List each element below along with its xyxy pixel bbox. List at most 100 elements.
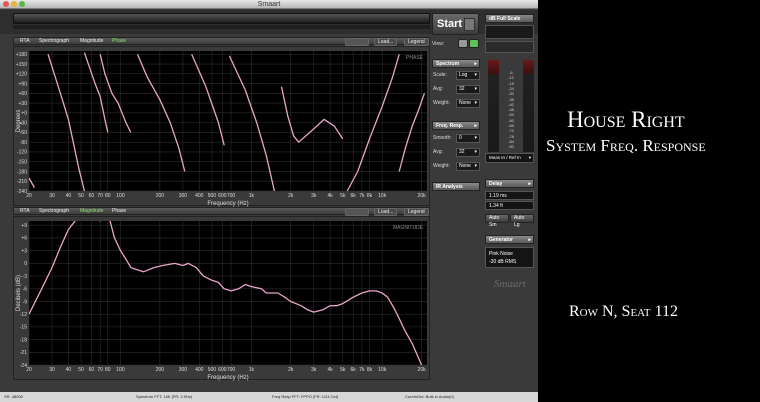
level-scale: -6 -12 -18 -24 -30 -36 -42 -48 -54 -60 -66 -72 -78 -8… <box>500 70 522 152</box>
db-full-scale-header[interactable]: dB Full Scale <box>485 14 534 23</box>
x-tick-label: 500 <box>208 367 217 373</box>
window-title: Smaart <box>257 1 281 8</box>
x-tick-label: 100 <box>116 193 125 199</box>
y-tick-label: -18 <box>20 337 27 343</box>
legend-button-top[interactable]: Legend <box>404 38 429 46</box>
spectrum-weight-label: Weight: <box>433 100 450 106</box>
status-freq-resp-fft: Freq Resp FFT: FPPO (FR: 1/24 Oct) <box>272 394 339 399</box>
tab-magnitude-top[interactable]: Magnitude <box>77 38 106 46</box>
x-tick-label: 10k <box>378 367 387 373</box>
legend-button-bottom[interactable]: Legend <box>404 208 429 216</box>
y-tick-label: -3 <box>23 274 28 280</box>
generator-box[interactable]: Pink Noise -30 dB RMS <box>485 247 534 268</box>
ir-analysis-button[interactable]: IR Analysis <box>432 182 480 191</box>
x-tick-label: 4k <box>327 193 333 199</box>
caption-title: House Right <box>567 107 685 132</box>
meas-ref-selector[interactable]: Meas In / Ref In ▾ <box>485 153 534 163</box>
phase-chart: 20 30 40 50 60 70 80 100 200 300 400 500 600 700 1k 2k 3… <box>16 51 427 207</box>
x-tick-label: 200 <box>156 367 165 373</box>
freq-resp-avg-select[interactable]: 32 ▾ <box>456 148 480 157</box>
level-tick-label: -90 <box>508 144 514 150</box>
load-button-top[interactable]: Load... <box>374 38 398 46</box>
tab-spectrograph-top[interactable]: Spectrograph <box>36 38 72 46</box>
status-sample-rate: SR: 48000 <box>4 394 23 399</box>
auto-lg-button[interactable]: Auto Lg <box>510 214 534 228</box>
x-tick-label: 200 <box>156 193 165 199</box>
x-tick-label: 60 <box>89 193 95 199</box>
x-tick-label: 500 <box>208 193 217 199</box>
level-tick-label: -66 <box>508 123 514 128</box>
status-spectrum-fft: Spectrum FFT: 16K (FR: 2.9Hz) <box>136 394 193 399</box>
x-tick-label: 300 <box>179 367 188 373</box>
freq-resp-header[interactable]: Freq. Resp. ▸ <box>432 121 480 130</box>
x-tick-label: 80 <box>105 193 111 199</box>
x-tick-label: 400 <box>195 193 204 199</box>
start-button[interactable]: Start <box>432 13 479 35</box>
x-tick-label: 30 <box>49 367 55 373</box>
x-tick-label: 70 <box>97 193 103 199</box>
level-tick-label: -60 <box>508 117 514 123</box>
y-tick-label: +180 <box>16 52 27 58</box>
plot-mode-label: MAGNITUDE <box>393 225 424 231</box>
spectrum-weight-value: None <box>459 100 471 106</box>
x-axis-title: Frequency (Hz) <box>207 375 248 381</box>
y-tick-label: -240 <box>17 189 27 195</box>
status-core-io: CoreInOut: Built-in Audio(0) <box>405 394 454 399</box>
magnitude-plot[interactable]: 20 30 40 50 60 70 80 100 200 300 400 500 600 700 1k 2k 3… <box>13 216 430 381</box>
chevron-down-icon: ▾ <box>474 163 477 169</box>
x-tick-label: 600 <box>218 367 227 373</box>
freq-resp-weight-select[interactable]: None ▾ <box>456 162 480 171</box>
x-tick-label: 40 <box>66 193 72 199</box>
view-dual-icon[interactable] <box>469 39 479 48</box>
control-panel: Start View: dB Full Scale Spectrum ▸ Sca… <box>432 10 538 392</box>
level-tick-label: -54 <box>508 112 514 118</box>
freq-resp-title: Freq. Resp. <box>436 123 464 129</box>
tab-phase-top[interactable]: Phase <box>109 38 129 46</box>
delay-expand-icon: ▸ <box>528 181 531 187</box>
generator-header[interactable]: Generator ▸ <box>485 235 534 244</box>
spectrum-avg-select[interactable]: 32 ▾ <box>456 85 480 94</box>
tab-rta-top[interactable]: RTA <box>17 38 33 46</box>
freq-resp-weight-label: Weight: <box>433 163 450 169</box>
spectrum-expand-icon: ▸ <box>474 61 477 67</box>
x-tick-label: 8k <box>367 193 373 199</box>
tab-phase-bottom[interactable]: Phase <box>109 208 129 216</box>
x-tick-label: 5k <box>340 367 346 373</box>
x-tick-label: 3k <box>311 367 317 373</box>
y-axis-title: Decibels (dB) <box>16 275 22 311</box>
smooth-select[interactable]: 0 ▾ <box>456 134 480 143</box>
x-tick-label: 6k <box>351 367 357 373</box>
stop-indicator-icon <box>464 18 475 31</box>
smaart-watermark-logo: Smaart <box>494 278 526 290</box>
y-tick-label: -24 <box>20 363 27 369</box>
x-tick-label: 20k <box>418 193 427 199</box>
auto-sm-button[interactable]: Auto Sm <box>485 214 509 228</box>
chevron-down-icon: ▾ <box>474 100 477 106</box>
x-tick-label: 7k <box>359 367 365 373</box>
phase-plot[interactable]: 20 30 40 50 60 70 80 100 200 300 400 500 600 700 1k 2k 3… <box>13 46 430 207</box>
view-single-icon[interactable] <box>458 39 468 48</box>
tab-spectrograph-bottom[interactable]: Spectrograph <box>36 208 72 216</box>
y-tick-label: -150 <box>17 159 27 165</box>
y-tick-label: -210 <box>17 179 27 185</box>
scale-select[interactable]: Log ▾ <box>456 71 480 80</box>
spectrum-avg-label: Avg: <box>433 86 443 92</box>
tab-rta-bottom[interactable]: RTA <box>17 208 33 216</box>
spectrum-weight-select[interactable]: None ▾ <box>456 99 480 108</box>
x-tick-label: 600 <box>218 193 227 199</box>
y-tick-label: +6 <box>21 236 27 242</box>
spectrum-header[interactable]: Spectrum ▸ <box>432 59 480 68</box>
input-level-meter-secondary <box>13 25 430 29</box>
freq-resp-expand-icon: ▸ <box>474 123 477 129</box>
tab-magnitude-bottom[interactable]: Magnitude <box>77 208 106 216</box>
level-tick-label: -84 <box>508 138 514 144</box>
load-button-bottom[interactable]: Load... <box>374 208 398 216</box>
delay-header[interactable]: Delay ▸ <box>485 179 534 188</box>
ref-level-meter <box>523 60 534 152</box>
x-tick-label: 40 <box>66 367 72 373</box>
level-tick-label: -24 <box>508 85 514 91</box>
scale-value: Log <box>459 72 468 78</box>
x-tick-label: 7k <box>359 193 365 199</box>
x-tick-label: 3k <box>311 193 317 199</box>
generator-level: -30 dB RMS <box>489 259 517 265</box>
